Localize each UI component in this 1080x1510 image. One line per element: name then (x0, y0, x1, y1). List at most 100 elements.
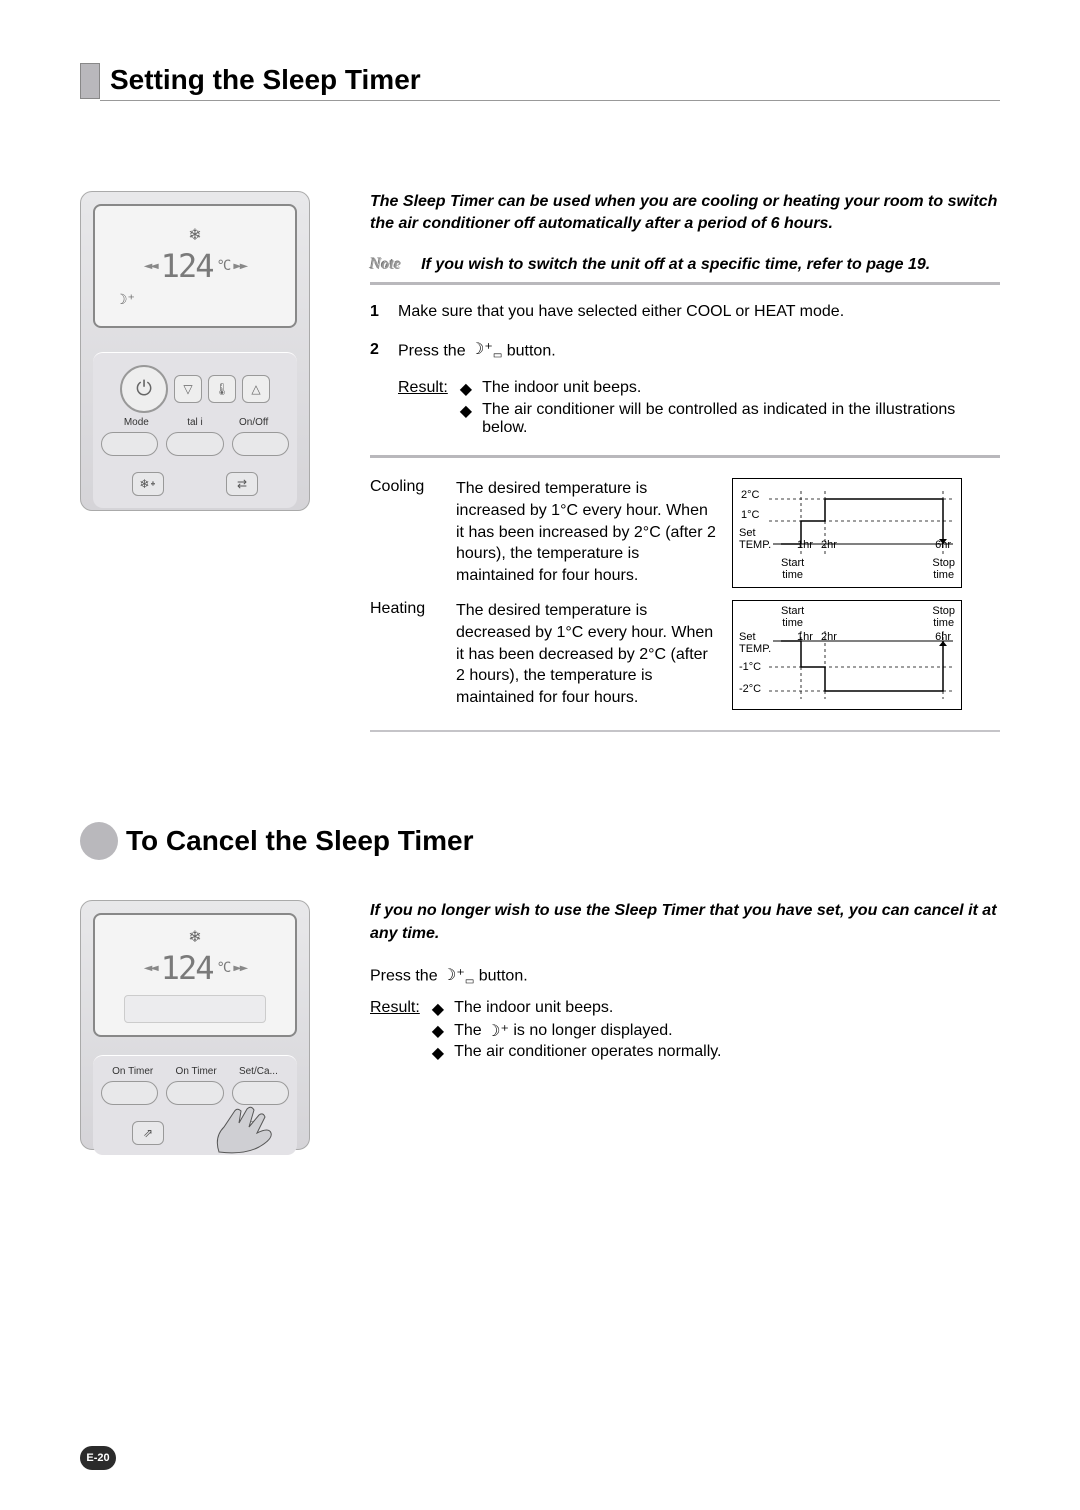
timer-button (101, 1081, 158, 1105)
bullet-icon: ◆ (432, 1043, 444, 1063)
sleep-icon: ☽⁺ (115, 291, 135, 308)
title-box: Setting the Sleep Timer (100, 60, 1000, 101)
swing-button: ⇗ (132, 1121, 164, 1145)
cooling-row: Cooling The desired temperature is incre… (370, 478, 1000, 588)
x-6hr: 6hr (935, 631, 951, 643)
temp-up-button: △ (242, 375, 270, 403)
note-text: If you wish to switch the unit off at a … (421, 256, 1000, 274)
heating-text: The desired temperature is decreased by … (456, 600, 716, 710)
button-area: ⏻ ▽ 🌡 △ Mode tal i On/Off (93, 352, 297, 508)
onoff-button (232, 432, 289, 456)
stop-label: Stoptime (932, 557, 955, 581)
start-label: Starttime (781, 557, 804, 581)
cancel-r1: The indoor unit beeps. (454, 999, 613, 1019)
result-2: The air conditioner will be controlled a… (482, 401, 1000, 437)
heating-row: Heating The desired temperature is decre… (370, 600, 1000, 710)
onoff-label: On/Off (224, 417, 283, 428)
note-label: Note (370, 256, 401, 274)
digital-button (166, 432, 223, 456)
cancel-result-block: Result: ◆ The indoor unit beeps. ◆ The ☽⁺… (370, 999, 1000, 1065)
y-n2c: -2°C (739, 683, 761, 695)
step-1: 1 Make sure that you have selected eithe… (370, 301, 1000, 323)
set-label: Set (739, 631, 756, 643)
on-timer-label: On Timer (176, 1066, 217, 1077)
intro-text: The Sleep Timer can be used when you are… (370, 191, 1000, 236)
cancel-intro: If you no longer wish to use the Sleep T… (370, 900, 1000, 945)
arrow-left-icon: ◄◄ (144, 960, 157, 976)
bullet-icon: ◆ (432, 999, 444, 1019)
x-2hr: 2hr (821, 539, 837, 551)
step-2-before: Press the (398, 343, 470, 360)
step-2-num: 2 (370, 339, 384, 363)
cooling-label: Cooling (370, 478, 440, 588)
cooling-graph: 2°C 1°C Set TEMP. 1hr 2hr 6hr Starttime … (732, 478, 962, 588)
y-1c: 1°C (741, 509, 759, 521)
x-2hr: 2hr (821, 631, 837, 643)
remote-illustration: ❄ ◄◄ 124 °C ►► ☽⁺ ⏻ ▽ 🌡 △ (80, 191, 310, 511)
digital-label: tal i (166, 417, 225, 428)
heating-graph: Starttime Stoptime 1hr 2hr 6hr Set TEMP.… (732, 600, 962, 710)
press-before: Press the (370, 967, 442, 984)
sleep-icon: ☽⁺ (486, 1021, 509, 1041)
cancel-heading: To Cancel the Sleep Timer (80, 822, 1000, 860)
cooling-text: The desired temperature is increased by … (456, 478, 716, 588)
divider (370, 455, 1000, 458)
temp-label: TEMP. (739, 643, 771, 655)
note-row: Note If you wish to switch the unit off … (370, 256, 1000, 285)
temp-display: ◄◄ 124 °C ►► (144, 949, 246, 987)
arrow-right-icon: ►► (233, 258, 246, 274)
snowflake-icon: ❄ (188, 225, 201, 245)
bullet-icon: ◆ (460, 401, 472, 437)
remote-screen: ❄ ◄◄ 124 °C ►► ☽⁺ (93, 204, 297, 328)
arrow-right-icon: ►► (233, 960, 246, 976)
start-label: Starttime (781, 605, 804, 629)
cancel-r2a: The (454, 1023, 486, 1040)
cancel-title: To Cancel the Sleep Timer (126, 825, 474, 857)
bullet-circle-icon (80, 822, 118, 860)
x-1hr: 1hr (797, 631, 813, 643)
x-6hr: 6hr (935, 539, 951, 551)
arrow-left-icon: ◄◄ (144, 258, 157, 274)
set-cancel-label: Set/Ca... (239, 1066, 278, 1077)
page-title: Setting the Sleep Timer (110, 64, 421, 96)
bullet-icon: ◆ (432, 1021, 444, 1041)
y-n1c: -1°C (739, 661, 761, 673)
press-after: button. (479, 967, 528, 984)
on-timer-label: On Timer (112, 1066, 153, 1077)
result-1: The indoor unit beeps. (482, 379, 641, 399)
x-1hr: 1hr (797, 539, 813, 551)
snowflake-icon: ❄ (188, 927, 201, 947)
step-1-num: 1 (370, 301, 384, 323)
fan-button: ❄᛭ (132, 472, 164, 496)
result-block: Result: ◆ The indoor unit beeps. ◆ The air… (398, 379, 1000, 439)
step-2-after: button. (507, 343, 556, 360)
page-number: E-20 (80, 1446, 116, 1470)
cancel-r2b: is no longer displayed. (513, 1023, 672, 1040)
degree-label: °C (216, 258, 229, 274)
blank-indicator (124, 995, 266, 1023)
step-1-text: Make sure that you have selected either … (398, 301, 1000, 323)
temp-display: ◄◄ 124 °C ►► (144, 247, 246, 285)
title-tab (80, 63, 100, 99)
sleep-button-icon: ☽⁺▭ (442, 965, 474, 987)
cancel-r3: The air conditioner operates normally. (454, 1043, 721, 1063)
degree-label: °C (216, 960, 229, 976)
temp-label: TEMP. (739, 539, 771, 551)
divider (370, 730, 1000, 732)
temp-down-button: ▽ (174, 375, 202, 403)
title-bar: Setting the Sleep Timer (80, 60, 1000, 101)
bullet-icon: ◆ (460, 379, 472, 399)
set-label: Set (739, 527, 756, 539)
swing-button: ⇄ (226, 472, 258, 496)
result-label: Result: (398, 379, 448, 439)
remote-screen-2: ❄ ◄◄ 124 °C ►► (93, 913, 297, 1037)
y-2c: 2°C (741, 489, 759, 501)
mode-button (101, 432, 158, 456)
remote-illustration-2: ❄ ◄◄ 124 °C ►► On Timer On Timer Set/Ca.… (80, 900, 310, 1150)
thermometer-icon: 🌡 (208, 375, 236, 403)
result-label: Result: (370, 999, 420, 1065)
step-2: 2 Press the ☽⁺▭ button. (370, 339, 1000, 363)
stop-label: Stoptime (932, 605, 955, 629)
heating-label: Heating (370, 600, 440, 710)
temp-value: 124 (161, 949, 213, 987)
